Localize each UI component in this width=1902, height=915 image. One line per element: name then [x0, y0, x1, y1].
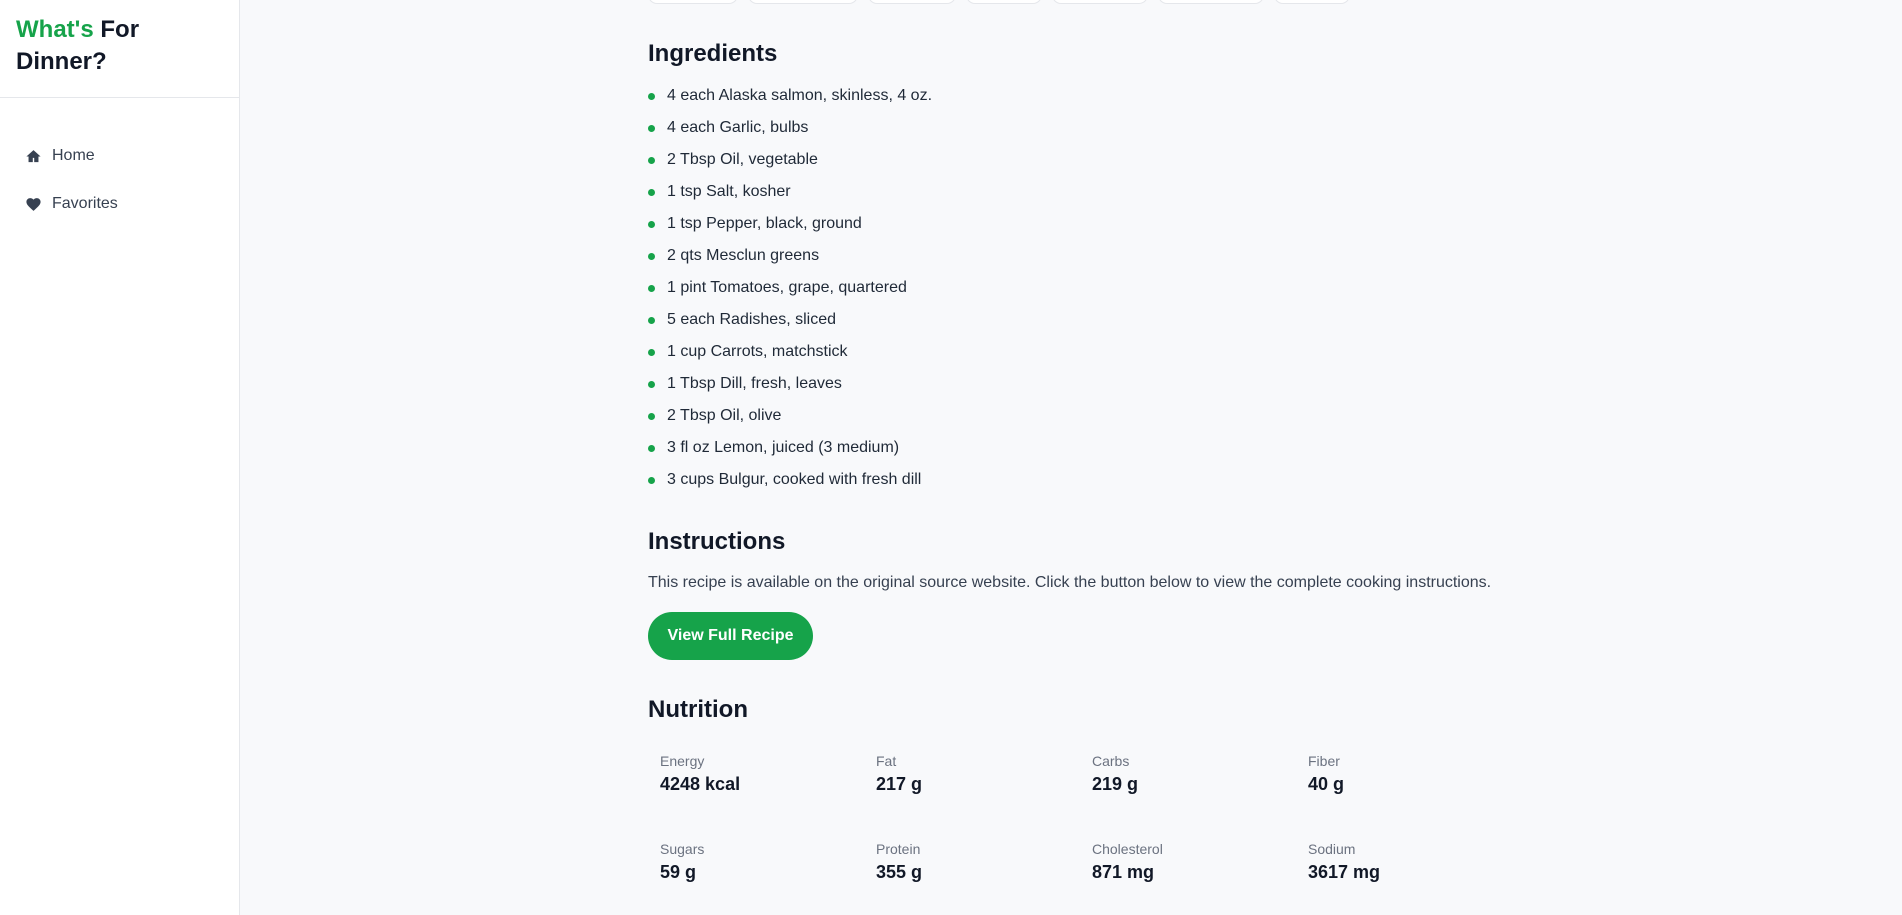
bullet-icon — [648, 476, 655, 484]
home-icon — [24, 147, 42, 165]
nutrition-value: 355 g — [876, 862, 923, 882]
sidebar: What's For Dinner? Home Favorites — [0, 0, 240, 915]
bullet-icon — [648, 412, 655, 420]
logo-accent-text: What's — [16, 16, 94, 43]
nutrition-value: 59 g — [660, 862, 697, 882]
ingredient-text: 1 tsp Salt, kosher — [667, 183, 791, 200]
bullet-icon — [648, 284, 655, 292]
nutrition-item: Sodium 3617 mg — [1296, 840, 1512, 886]
tag-chip[interactable] — [748, 0, 858, 4]
nutrition-label: Protein — [876, 841, 921, 857]
nutrition-value: 40 g — [1308, 774, 1345, 794]
tag-chip[interactable] — [966, 0, 1042, 4]
ingredient-item: 5 each Radishes, sliced — [648, 304, 932, 336]
bullet-icon — [648, 124, 655, 132]
nutrition-item: Fiber 40 g — [1296, 752, 1512, 798]
bullet-icon — [648, 92, 655, 100]
bullet-icon — [648, 188, 655, 196]
ingredient-text: 4 each Alaska salmon, skinless, 4 oz. — [667, 87, 933, 104]
tag-chip[interactable] — [1158, 0, 1264, 4]
nutrition-value: 219 g — [1092, 774, 1139, 794]
ingredients-heading: Ingredients — [648, 40, 778, 67]
nutrition-value: 871 mg — [1092, 862, 1155, 882]
ingredient-text: 5 each Radishes, sliced — [667, 311, 836, 328]
ingredient-item: 3 cups Bulgur, cooked with fresh dill — [648, 464, 932, 496]
ingredient-item: 1 Tbsp Dill, fresh, leaves — [648, 368, 932, 400]
ingredient-item: 1 cup Carrots, matchstick — [648, 336, 932, 368]
tag-chips — [648, 0, 1350, 4]
ingredient-item: 2 qts Mesclun greens — [648, 240, 932, 272]
nutrition-label: Fiber — [1308, 753, 1340, 769]
bullet-icon — [648, 316, 655, 324]
tag-chip[interactable] — [1274, 0, 1350, 4]
sidebar-item-label: Favorites — [52, 195, 118, 212]
ingredient-text: 4 each Garlic, bulbs — [667, 119, 809, 136]
view-full-recipe-button[interactable]: View Full Recipe — [648, 612, 813, 660]
bullet-icon — [648, 380, 655, 388]
ingredient-item: 4 each Garlic, bulbs — [648, 112, 932, 144]
ingredient-item: 1 tsp Pepper, black, ground — [648, 208, 932, 240]
ingredient-item: 2 Tbsp Oil, olive — [648, 400, 932, 432]
bullet-icon — [648, 220, 655, 228]
ingredient-item: 4 each Alaska salmon, skinless, 4 oz. — [648, 80, 932, 112]
nutrition-label: Energy — [660, 753, 705, 769]
nutrition-item: Cholesterol 871 mg — [1080, 840, 1296, 886]
ingredient-item: 1 tsp Salt, kosher — [648, 176, 932, 208]
ingredient-text: 1 Tbsp Dill, fresh, leaves — [667, 375, 842, 392]
nutrition-label: Carbs — [1092, 753, 1130, 769]
nutrition-label: Fat — [876, 753, 897, 769]
ingredient-text: 1 cup Carrots, matchstick — [667, 343, 848, 360]
bullet-icon — [648, 444, 655, 452]
nutrition-item: Protein 355 g — [864, 840, 1080, 886]
bullet-icon — [648, 156, 655, 164]
sidebar-item-label: Home — [52, 147, 95, 164]
ingredient-text: 2 Tbsp Oil, vegetable — [667, 151, 818, 168]
tag-chip[interactable] — [1052, 0, 1148, 4]
nutrition-label: Sodium — [1308, 841, 1356, 857]
tag-chip[interactable] — [868, 0, 956, 4]
nutrition-label: Cholesterol — [1092, 841, 1163, 857]
instructions-heading: Instructions — [648, 528, 786, 555]
nutrition-heading: Nutrition — [648, 696, 748, 723]
app-logo[interactable]: What's For Dinner? — [0, 0, 239, 98]
bullet-icon — [648, 348, 655, 356]
nutrition-item: Carbs 219 g — [1080, 752, 1296, 798]
ingredient-text: 1 tsp Pepper, black, ground — [667, 215, 862, 232]
tag-chip[interactable] — [648, 0, 738, 4]
ingredient-text: 3 cups Bulgur, cooked with fresh dill — [667, 471, 922, 488]
ingredient-text: 2 Tbsp Oil, olive — [667, 407, 782, 424]
ingredient-item: 1 pint Tomatoes, grape, quartered — [648, 272, 932, 304]
sidebar-item-home[interactable]: Home — [0, 132, 239, 180]
ingredient-list: 4 each Alaska salmon, skinless, 4 oz. 4 e… — [648, 80, 932, 496]
bullet-icon — [648, 252, 655, 260]
nutrition-item: Sugars 59 g — [648, 840, 864, 886]
sidebar-item-favorites[interactable]: Favorites — [0, 180, 239, 228]
nutrition-value: 4248 kcal — [660, 774, 741, 794]
nutrition-value: 217 g — [876, 774, 923, 794]
nutrition-item: Fat 217 g — [864, 752, 1080, 798]
instructions-text: This recipe is available on the original… — [648, 574, 1492, 591]
ingredient-item: 3 fl oz Lemon, juiced (3 medium) — [648, 432, 932, 464]
nutrition-label: Sugars — [660, 841, 705, 857]
sidebar-nav: Home Favorites — [0, 98, 239, 228]
heart-icon — [24, 195, 42, 213]
ingredient-text: 2 qts Mesclun greens — [667, 247, 820, 264]
ingredient-item: 2 Tbsp Oil, vegetable — [648, 144, 932, 176]
nutrition-item: Energy 4248 kcal — [648, 752, 864, 798]
ingredient-text: 1 pint Tomatoes, grape, quartered — [667, 279, 907, 296]
ingredient-text: 3 fl oz Lemon, juiced (3 medium) — [667, 439, 900, 456]
nutrition-value: 3617 mg — [1308, 862, 1381, 882]
